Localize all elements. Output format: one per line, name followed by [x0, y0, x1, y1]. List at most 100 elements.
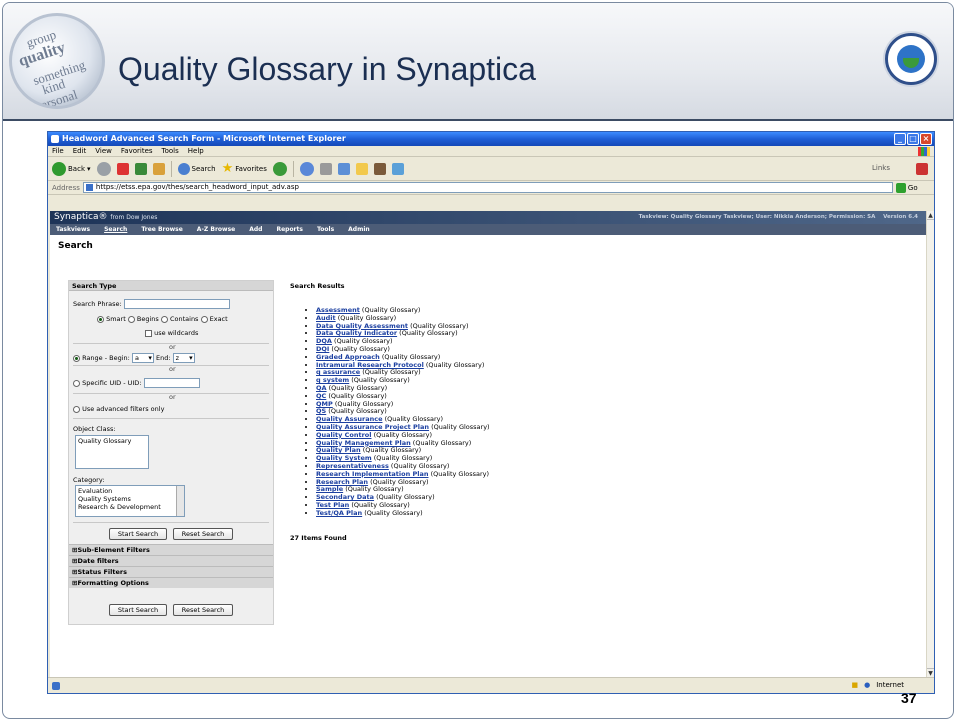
result-term-link[interactable]: Representativeness	[316, 462, 389, 470]
radio-advanced[interactable]	[73, 405, 80, 413]
menu-view[interactable]: View	[95, 146, 112, 156]
nav-tree-browse[interactable]: Tree Browse	[141, 224, 182, 235]
result-term-link[interactable]: Quality Plan	[316, 446, 361, 454]
result-term-link[interactable]: Quality Assurance	[316, 415, 382, 423]
history-icon[interactable]	[272, 161, 287, 176]
nav-admin[interactable]: Admin	[348, 224, 370, 235]
folder-icon[interactable]	[355, 162, 368, 175]
filter-sub-element[interactable]: ⊞Sub-Element Filters	[69, 544, 273, 555]
radio-uid[interactable]	[73, 379, 80, 387]
radio-range[interactable]	[73, 354, 80, 362]
result-term-link[interactable]: Secondary Data	[316, 493, 374, 501]
radio-contains[interactable]	[160, 315, 168, 323]
category-option[interactable]: Evaluation	[78, 487, 182, 495]
category-option[interactable]: Research & Development	[78, 503, 182, 511]
result-term-link[interactable]: Quality Assurance Project Plan	[316, 423, 429, 431]
toolbar: Back ▾ Search ★ Favorites Links	[48, 157, 934, 181]
result-source: (Quality Glossary)	[431, 422, 490, 431]
start-search-button-bottom[interactable]: Start Search	[109, 604, 167, 616]
messenger-icon[interactable]	[391, 162, 404, 175]
result-source: (Quality Glossary)	[399, 329, 458, 338]
result-item: Test/QA Plan (Quality Glossary)	[316, 509, 490, 518]
vertical-scrollbar[interactable]: ▲ ▼	[926, 211, 934, 677]
result-term-link[interactable]: DQI	[316, 345, 329, 353]
nav-reports[interactable]: Reports	[276, 224, 303, 235]
stop-icon[interactable]	[116, 162, 129, 175]
radio-smart[interactable]	[97, 315, 104, 323]
menu-tools[interactable]: Tools	[162, 146, 179, 156]
category-option[interactable]: Quality Systems	[78, 495, 182, 503]
result-term-link[interactable]: QS	[316, 407, 326, 415]
result-term-link[interactable]: Data Quality Indicator	[316, 329, 397, 337]
result-term-link[interactable]: Data Quality Assessment	[316, 322, 408, 330]
wildcards-checkbox[interactable]	[145, 329, 152, 337]
favorites-button[interactable]: ★ Favorites	[222, 161, 267, 176]
result-term-link[interactable]: Intramural Research Protocol	[316, 361, 424, 369]
result-term-link[interactable]: Quality System	[316, 454, 372, 462]
result-term-link[interactable]: Research Plan	[316, 478, 368, 486]
result-term-link[interactable]: Quality Management Plan	[316, 439, 411, 447]
forward-icon[interactable]	[96, 161, 111, 176]
result-term-link[interactable]: QMP	[316, 400, 333, 408]
result-term-link[interactable]: q assurance	[316, 368, 360, 376]
refresh-icon[interactable]	[134, 162, 147, 175]
uid-input[interactable]	[143, 378, 200, 388]
filter-date[interactable]: ⊞Date filters	[69, 555, 273, 566]
result-term-link[interactable]: Research Implementation Plan	[316, 470, 429, 478]
nav-az-browse[interactable]: A-Z Browse	[197, 224, 235, 235]
slide-banner: group quality something kind personal Qu…	[3, 3, 953, 121]
edit-icon[interactable]	[337, 162, 350, 175]
search-button[interactable]: Search	[177, 162, 216, 175]
radio-exact[interactable]	[200, 315, 208, 323]
result-term-link[interactable]: Audit	[316, 314, 336, 322]
links-button[interactable]: Links	[872, 164, 890, 172]
result-term-link[interactable]: Quality Control	[316, 431, 371, 439]
nav-taskviews[interactable]: Taskviews	[56, 224, 90, 235]
result-term-link[interactable]: Test Plan	[316, 501, 349, 509]
result-term-link[interactable]: DQA	[316, 337, 332, 345]
print-icon[interactable]	[319, 162, 332, 175]
filter-formatting[interactable]: ⊞Formatting Options	[69, 577, 273, 588]
result-term-link[interactable]: Assessment	[316, 306, 360, 314]
result-term-link[interactable]: Sample	[316, 485, 343, 493]
result-source: (Quality Glossary)	[373, 430, 433, 439]
result-term-link[interactable]: q system	[316, 376, 349, 384]
menu-file[interactable]: File	[52, 146, 64, 156]
menu-help[interactable]: Help	[188, 146, 204, 156]
result-term-link[interactable]: Test/QA Plan	[316, 509, 362, 517]
menu-edit[interactable]: Edit	[73, 146, 87, 156]
back-button[interactable]: Back ▾	[52, 161, 91, 176]
result-source: (Quality Glossary)	[430, 469, 490, 478]
range-begin-select[interactable]: a	[131, 353, 154, 363]
reset-search-button-bottom[interactable]: Reset Search	[173, 604, 233, 616]
minimize-button[interactable]: _	[894, 133, 906, 145]
range-end-select[interactable]: z	[172, 353, 195, 363]
radio-begins[interactable]	[127, 315, 135, 323]
result-term-link[interactable]: Graded Approach	[316, 353, 380, 361]
scroll-down-icon[interactable]: ▼	[927, 668, 934, 677]
result-source: (Quality Glossary)	[351, 500, 410, 509]
start-search-button[interactable]: Start Search	[109, 528, 167, 540]
go-button[interactable]: Go	[895, 182, 918, 193]
close-button[interactable]: ×	[920, 133, 932, 145]
filter-status[interactable]: ⊞Status Filters	[69, 566, 273, 577]
category-list[interactable]: Evaluation Quality Systems Research & De…	[75, 485, 185, 517]
toolbar-extra-icon[interactable]	[916, 163, 928, 175]
research-icon[interactable]	[373, 162, 386, 175]
object-class-list[interactable]: Quality Glossary	[75, 435, 149, 469]
category-scrollbar[interactable]	[176, 486, 184, 516]
scroll-up-icon[interactable]: ▲	[927, 211, 934, 220]
nav-search[interactable]: Search	[104, 224, 127, 235]
address-input[interactable]: https://etss.epa.gov/thes/search_headwor…	[82, 182, 893, 193]
result-term-link[interactable]: QA	[316, 384, 327, 392]
result-term-link[interactable]: QC	[316, 392, 326, 400]
nav-add[interactable]: Add	[249, 224, 262, 235]
reset-search-button[interactable]: Reset Search	[173, 528, 233, 540]
search-phrase-input[interactable]	[123, 299, 230, 309]
nav-tools[interactable]: Tools	[317, 224, 334, 235]
home-icon[interactable]	[152, 162, 165, 175]
menu-favorites[interactable]: Favorites	[121, 146, 153, 156]
object-class-option[interactable]: Quality Glossary	[78, 437, 146, 445]
maximize-button[interactable]: □	[907, 133, 919, 145]
mail-icon[interactable]	[299, 161, 314, 176]
